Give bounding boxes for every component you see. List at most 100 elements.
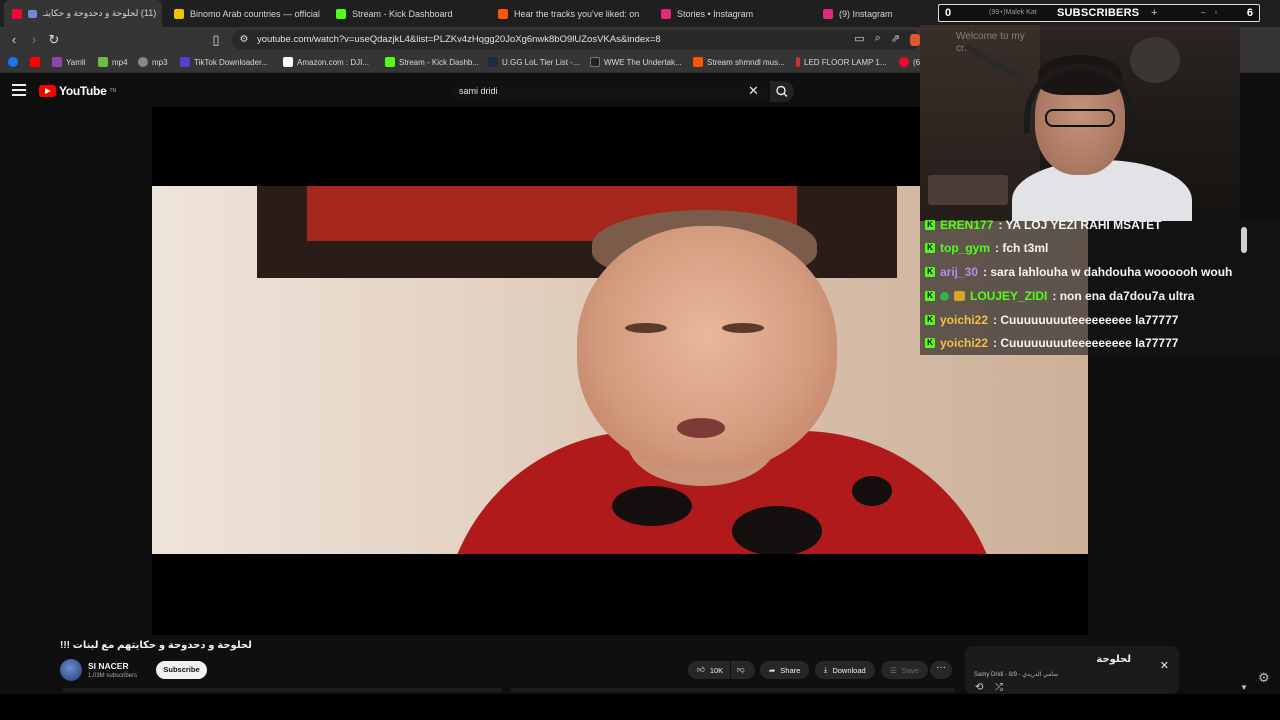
playlist-panel[interactable]: لحلوحة ✕ Samy Dridi - سامي الدريدي - 8/9… (965, 646, 1179, 694)
window-controls[interactable]: –▫ (1201, 8, 1226, 17)
youtube-favicon-icon (12, 8, 22, 19)
search-input[interactable]: sami dridi (452, 81, 768, 102)
clear-search-icon[interactable]: ✕ (748, 84, 759, 98)
save-playlist-icon: ☰ (890, 665, 897, 675)
youtube-icon (899, 57, 909, 67)
tab-instagram[interactable]: (9) Instagram (823, 0, 933, 27)
bookmark-label: TikTok Downloader... (194, 57, 268, 67)
tab-label: (9) Instagram (839, 8, 893, 19)
scroll-down-icon[interactable]: ▼ (1240, 683, 1248, 692)
bookmark-wwe[interactable]: WWE The Undertak... (590, 57, 682, 67)
chat-username: LOUJEY_ZIDI (970, 289, 1048, 303)
bookmark-label: Yamli (66, 57, 86, 67)
like-count: 10K (709, 665, 724, 675)
bookmark-icon[interactable]: ▯ (208, 32, 224, 48)
bookmark-amazon[interactable]: Amazon.com : DJI... (283, 57, 369, 67)
tab-label: Hear the tracks you've liked: on SoundCl… (514, 8, 640, 19)
url-text[interactable]: youtube.com/watch?v=useQdazjkL4&list=PLZ… (257, 34, 661, 45)
chat-message: K yoichi22 : Cuuuuuuuuteeeeeeeee la77777 (925, 332, 1178, 354)
subscriber-goal-note: (99+)Malek Kat (989, 9, 1037, 16)
channel-avatar[interactable] (60, 659, 82, 681)
shuffle-icon[interactable]: ⤮ (995, 682, 1003, 693)
subscriber-goal-bar: 0 (99+)Malek Kat SUBSCRIBERS + –▫ 6 (938, 4, 1260, 22)
zoom-icon[interactable]: ⌕ (875, 32, 881, 46)
download-button[interactable]: ⤓ Download (815, 661, 875, 679)
chat-text: : non ena da7dou7a ultra (1052, 289, 1195, 303)
bookmark-kick-dashboard[interactable]: Stream - Kick Dashb... (385, 57, 479, 67)
playlist-title: لحلوحة (1096, 654, 1131, 665)
bookmark-facebook[interactable] (8, 57, 18, 67)
aliexpress-icon (796, 57, 800, 67)
share-icon[interactable]: ⇗ (891, 32, 900, 46)
share-arrow-icon: ➦ (769, 665, 776, 675)
address-bar[interactable]: ⚙ youtube.com/watch?v=useQdazjkL4&list=P… (232, 30, 920, 50)
more-actions-button[interactable]: ··· (930, 661, 952, 679)
bookmark-youtube-6[interactable]: (6 (899, 57, 920, 67)
chat-message: K yoichi22 : Cuuuuuuuuteeeeeeeee la77777 (925, 309, 1178, 331)
dislike-button[interactable]: 👎︎ (731, 661, 755, 679)
channel-name[interactable]: SI NACER (88, 661, 129, 671)
chat-username: yoichi22 (940, 336, 989, 350)
youtube-logo[interactable]: YouTube TN (39, 84, 116, 98)
tab-kick-dashboard[interactable]: Stream - Kick Dashboard (336, 0, 486, 27)
site-settings-icon[interactable]: ⚙ (236, 32, 252, 48)
bookmark-mp3[interactable]: mp3 (138, 57, 168, 67)
webcam-shelf (928, 175, 1008, 205)
facebook-icon (8, 57, 18, 67)
subscriber-goal-label: SUBSCRIBERS (1057, 7, 1140, 19)
save-label: Save (901, 665, 919, 675)
bookmark-tiktok-downloader[interactable]: TikTok Downloader... (180, 57, 268, 67)
shirt-print (612, 486, 692, 526)
scrollbar-thumb[interactable] (1241, 227, 1247, 253)
tab-soundcloud[interactable]: Hear the tracks you've liked: on SoundCl… (498, 0, 640, 27)
save-button[interactable]: ☰ Save (881, 661, 928, 679)
loop-icon[interactable]: ⟲ (975, 682, 983, 693)
yamli-icon (52, 57, 62, 67)
bookmark-label: WWE The Undertak... (604, 57, 682, 67)
back-icon[interactable]: ‹ (6, 32, 22, 48)
chat-text: : Cuuuuuuuuteeeeeeeee la77777 (993, 313, 1179, 327)
hamburger-menu-icon[interactable] (12, 84, 26, 96)
bookmark-yamli[interactable]: Yamli (52, 57, 85, 67)
share-button[interactable]: ➦ Share (760, 661, 810, 679)
tab-label: Stories • Instagram (677, 8, 754, 19)
forward-icon[interactable]: › (26, 32, 42, 48)
share-label: Share (780, 665, 801, 675)
chat-username: yoichi22 (940, 313, 989, 327)
download-label: Download (832, 665, 866, 675)
instagram-favicon-icon (823, 8, 833, 19)
bookmark-label: U.GG LoL Tier List -... (502, 57, 580, 67)
bookmark-label: mp4 (112, 57, 128, 67)
youtube-logo-text: YouTube (59, 84, 107, 98)
kick-icon: K (925, 267, 935, 277)
new-tab-icon[interactable]: + (1151, 7, 1157, 19)
bookmark-soundcloud-stream[interactable]: Stream shmndl mus... (693, 57, 785, 67)
gear-icon[interactable]: ⚙ (1258, 670, 1270, 686)
tab-binomo[interactable]: Binomo Arab countries — official site (174, 0, 320, 27)
chat-text: : fch t3ml (995, 241, 1049, 255)
ugg-icon (488, 57, 498, 67)
bookmark-led-floor-lamp[interactable]: LED FLOOR LAMP 1... (796, 57, 887, 67)
tab-youtube[interactable]: (11) لحلوحة و دحدوحة و حكايتـ × (4, 0, 162, 27)
shirt-print (732, 506, 822, 554)
reload-icon[interactable]: ↻ (46, 32, 62, 48)
chat-message: K arij_30 : sara lahlouha w dahdouha woo… (925, 261, 1232, 283)
subscribe-button[interactable]: Subscribe (156, 661, 207, 679)
tab-label: Binomo Arab countries — official site (190, 8, 320, 19)
chat-text: : sara lahlouha w dahdouha woooooh wouh (983, 265, 1233, 279)
cast-icon[interactable]: ▭ (854, 32, 864, 46)
chat-text: : Cuuuuuuuuteeeeeeeee la77777 (993, 336, 1179, 350)
bookmark-youtube[interactable] (30, 57, 40, 67)
description-placeholder (510, 688, 955, 692)
bookmark-mp4[interactable]: mp4 (98, 57, 128, 67)
wwe-icon (590, 57, 600, 67)
bookmark-ugg[interactable]: U.GG LoL Tier List -... (488, 57, 580, 67)
verified-badge-icon (940, 291, 949, 301)
search-button[interactable] (770, 81, 794, 102)
instagram-favicon-icon (661, 8, 671, 19)
tab-instagram-stories[interactable]: Stories • Instagram (661, 0, 811, 27)
brave-shield-icon[interactable] (910, 34, 920, 46)
close-icon[interactable]: ✕ (1160, 659, 1169, 672)
description-placeholder (62, 688, 502, 692)
like-button[interactable]: 👍︎ 10K (688, 661, 730, 679)
